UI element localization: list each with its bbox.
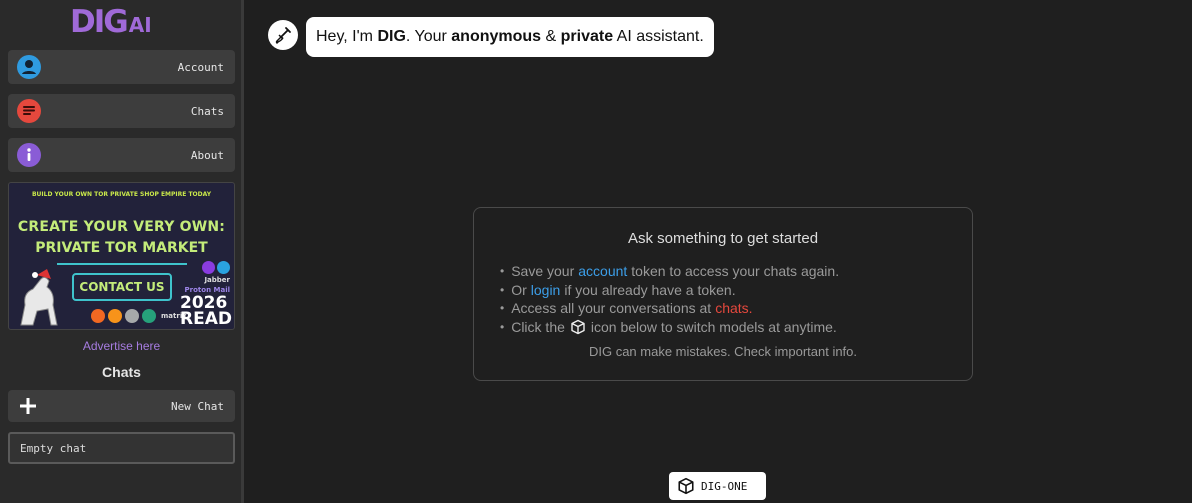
logo-sub: AI [128, 13, 152, 37]
intro-text: token to access your chats again. [631, 263, 840, 279]
about-label: About [190, 148, 224, 162]
ad-year: 2026 READ [180, 295, 232, 329]
disclaimer: DIG can make mistakes. Check important i… [588, 344, 858, 359]
chats-heading: Chats [102, 364, 141, 380]
crypto-coins: matrix [91, 309, 187, 323]
plus-icon [18, 396, 38, 416]
ad-banner[interactable]: BUILD YOUR OWN TOR PRIVATE SHOP EMPIRE T… [8, 182, 235, 330]
greeting-private: private [560, 28, 614, 45]
ad-label-jabber: Jabber [204, 276, 230, 284]
greeting-part: & [541, 28, 561, 45]
new-chat-label: New Chat [171, 399, 224, 413]
chats-link[interactable]: chats [715, 299, 748, 318]
intro-card: Ask something to get started Save your a… [473, 207, 973, 381]
intro-text: . [748, 300, 753, 316]
ad-contact-button: CONTACT US [72, 273, 172, 301]
intro-text: if you already have a token. [564, 281, 736, 298]
shovel-icon [268, 20, 298, 50]
model-label: DIG-ONE [701, 479, 748, 493]
chats-label: Chats [190, 104, 224, 118]
greeting-anonymous: anonymous [451, 28, 542, 45]
tether-icon [142, 309, 156, 323]
greeting-part: . Your [405, 28, 452, 45]
intro-title: Ask something to get started [627, 230, 819, 247]
horse-icon [20, 269, 58, 326]
intro-list: Save your account token to access your c… [500, 262, 839, 336]
about-button[interactable]: About [8, 138, 235, 172]
greeting-dig: DIG [377, 28, 406, 45]
greeting-part: Hey, I'm [316, 28, 378, 45]
account-button[interactable]: Account [8, 50, 235, 84]
litecoin-icon [125, 309, 139, 323]
cube-icon [677, 477, 695, 495]
advertise-link[interactable]: Advertise here [8, 339, 235, 353]
ad-headline-1: CREATE YOUR VERY OWN: [17, 219, 226, 235]
model-switch-button[interactable]: DIG-ONE [669, 472, 766, 500]
intro-item: Save your account token to access your c… [500, 262, 839, 281]
intro-text: Or [511, 281, 527, 298]
telegram-icon [217, 261, 230, 274]
bitcoin-icon [108, 309, 122, 323]
account-link[interactable]: account [578, 262, 627, 281]
ad-headline-2: PRIVATE TOR MARKET [35, 240, 208, 256]
login-link[interactable]: login [531, 281, 561, 300]
ad-side-icons: Jabber Proton Mail [185, 261, 230, 294]
tor-icon [202, 261, 215, 274]
intro-text: Access all your conversations at [511, 300, 712, 316]
chat-bubble-icon [17, 99, 41, 123]
intro-item: Click the icon below to switch models at… [500, 318, 839, 337]
monero-icon [91, 309, 105, 323]
intro-text: icon below to switch models at anytime. [590, 318, 837, 335]
intro-item: Or login if you already have a token. [500, 281, 839, 300]
cube-icon [570, 319, 586, 335]
greeting-part: AI assistant. [613, 28, 704, 45]
ad-top-text: BUILD YOUR OWN TOR PRIVATE SHOP EMPIRE T… [31, 191, 212, 198]
logo-main: DIG [70, 4, 129, 40]
sidebar: DIG AI Account Chats About BUILD YOUR OW… [0, 0, 244, 503]
logo[interactable]: DIG AI [70, 6, 152, 38]
ad-tail-text: READ [180, 309, 232, 329]
intro-item: Access all your conversations at chats. [500, 299, 839, 318]
new-chat-button[interactable]: New Chat [8, 390, 235, 422]
chat-list-item[interactable]: Empty chat [8, 432, 235, 464]
ad-divider [57, 263, 187, 265]
info-icon [17, 143, 41, 167]
chats-button[interactable]: Chats [8, 94, 235, 128]
user-icon [17, 55, 41, 79]
intro-text: Save your [511, 263, 575, 279]
account-label: Account [177, 60, 224, 74]
greeting-bubble: Hey, I'm DIG. Your anonymous & private A… [306, 17, 714, 57]
intro-text: Click the [511, 318, 565, 335]
